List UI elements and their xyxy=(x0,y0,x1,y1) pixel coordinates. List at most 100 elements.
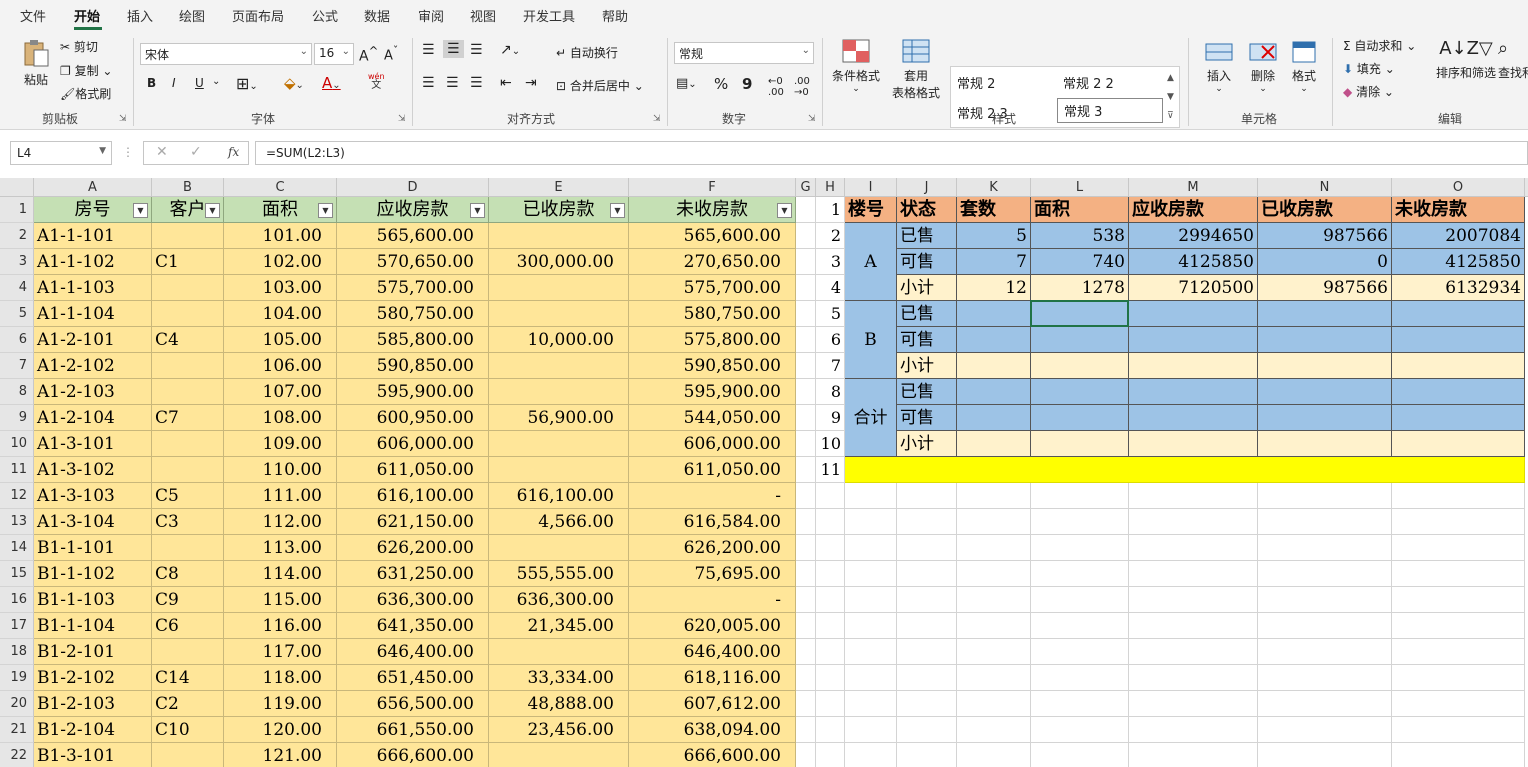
table-cell[interactable]: A1-1-104 xyxy=(34,301,152,327)
empty-cell[interactable] xyxy=(1392,717,1525,743)
insert-function-icon[interactable]: fx xyxy=(228,145,239,159)
table-cell[interactable]: C14 xyxy=(152,665,224,691)
table-cell[interactable]: 104.00 xyxy=(224,301,337,327)
table-cell[interactable]: 48,888.00 xyxy=(489,691,629,717)
row-number-cell[interactable]: 1 xyxy=(816,197,845,223)
underline-button[interactable]: U xyxy=(195,76,204,90)
row-header[interactable]: 18 xyxy=(0,639,34,665)
empty-cell[interactable] xyxy=(796,405,816,431)
empty-cell[interactable] xyxy=(1258,535,1392,561)
empty-cell[interactable] xyxy=(1392,691,1525,717)
style-normal-3[interactable]: 常规 3 xyxy=(1057,98,1163,123)
summary-value-cell[interactable]: 740 xyxy=(1031,249,1129,275)
table-cell[interactable]: 544,050.00 xyxy=(629,405,796,431)
empty-cell[interactable] xyxy=(845,717,897,743)
table-cell[interactable]: 580,750.00 xyxy=(629,301,796,327)
table-cell[interactable]: 595,900.00 xyxy=(629,379,796,405)
summary-value-cell[interactable] xyxy=(1258,353,1392,379)
table-cell[interactable]: 121.00 xyxy=(224,743,337,767)
fill-color-icon[interactable]: ⬙⌄ xyxy=(284,74,304,92)
summary-header-cell[interactable]: 套数 xyxy=(957,197,1031,223)
status-cell[interactable]: 小计 xyxy=(897,353,957,379)
table-cell[interactable]: 112.00 xyxy=(224,509,337,535)
autosum-button[interactable]: Σ 自动求和 ⌄ xyxy=(1343,37,1416,54)
row-header[interactable]: 9 xyxy=(0,405,34,431)
table-cell[interactable]: 611,050.00 xyxy=(629,457,796,483)
table-cell[interactable] xyxy=(152,301,224,327)
table-cell[interactable] xyxy=(489,743,629,767)
sort-filter-button[interactable]: A↓Z▽ 排序和筛选 xyxy=(1434,38,1498,81)
dialog-launcher-icon[interactable]: ⇲ xyxy=(119,114,127,124)
column-header[interactable]: H xyxy=(816,178,845,197)
empty-cell[interactable] xyxy=(1129,613,1258,639)
table-cell[interactable]: A1-1-103 xyxy=(34,275,152,301)
empty-cell[interactable] xyxy=(957,665,1031,691)
table-cell[interactable]: 115.00 xyxy=(224,587,337,613)
empty-cell[interactable] xyxy=(897,717,957,743)
summary-value-cell[interactable]: 1278 xyxy=(1031,275,1129,301)
table-cell[interactable]: 656,500.00 xyxy=(337,691,489,717)
table-cell[interactable] xyxy=(489,379,629,405)
empty-cell[interactable] xyxy=(1258,509,1392,535)
table-cell[interactable]: 565,600.00 xyxy=(629,223,796,249)
empty-cell[interactable] xyxy=(816,561,845,587)
row-header[interactable]: 21 xyxy=(0,717,34,743)
table-cell[interactable]: 575,800.00 xyxy=(629,327,796,353)
table-cell[interactable]: 616,584.00 xyxy=(629,509,796,535)
empty-cell[interactable] xyxy=(816,509,845,535)
summary-value-cell[interactable] xyxy=(1031,379,1129,405)
summary-value-cell[interactable] xyxy=(1031,431,1129,457)
table-cell[interactable]: 580,750.00 xyxy=(337,301,489,327)
summary-value-cell[interactable] xyxy=(1031,327,1129,353)
table-cell[interactable] xyxy=(152,457,224,483)
column-header[interactable]: M xyxy=(1129,178,1258,197)
table-cell[interactable]: 565,600.00 xyxy=(337,223,489,249)
summary-header-cell[interactable]: 状态 xyxy=(897,197,957,223)
table-cell[interactable]: 21,345.00 xyxy=(489,613,629,639)
column-header[interactable]: I xyxy=(845,178,897,197)
empty-cell[interactable] xyxy=(1031,587,1129,613)
table-cell[interactable]: C5 xyxy=(152,483,224,509)
summary-value-cell[interactable] xyxy=(1031,405,1129,431)
row-header[interactable]: 15 xyxy=(0,561,34,587)
table-cell[interactable]: 606,000.00 xyxy=(629,431,796,457)
empty-cell[interactable] xyxy=(816,639,845,665)
table-cell[interactable]: 106.00 xyxy=(224,353,337,379)
empty-cell[interactable] xyxy=(1031,561,1129,587)
confirm-icon[interactable]: ✓ xyxy=(190,144,202,160)
empty-cell[interactable] xyxy=(1392,561,1525,587)
table-cell[interactable] xyxy=(489,223,629,249)
empty-cell[interactable] xyxy=(897,743,957,767)
status-cell[interactable]: 小计 xyxy=(897,431,957,457)
row-header[interactable]: 7 xyxy=(0,353,34,379)
table-cell[interactable]: A1-3-101 xyxy=(34,431,152,457)
filter-dropdown-icon[interactable]: ▼ xyxy=(318,203,333,218)
empty-cell[interactable] xyxy=(1392,483,1525,509)
column-header[interactable]: O xyxy=(1392,178,1525,197)
table-cell[interactable] xyxy=(152,535,224,561)
conditional-format-button[interactable]: 条件格式 ⌄ xyxy=(830,38,882,94)
summary-value-cell[interactable]: 6132934 xyxy=(1392,275,1525,301)
empty-cell[interactable] xyxy=(816,717,845,743)
table-cell[interactable]: B1-3-101 xyxy=(34,743,152,767)
column-header[interactable]: E xyxy=(489,178,629,197)
style-normal-2-2[interactable]: 常规 2 2 xyxy=(1063,73,1114,92)
align-middle-icon[interactable]: ☰ xyxy=(443,40,464,58)
summary-value-cell[interactable] xyxy=(957,353,1031,379)
table-cell[interactable]: B1-2-101 xyxy=(34,639,152,665)
column-header[interactable]: N xyxy=(1258,178,1392,197)
menu-page-layout[interactable]: 页面布局 xyxy=(232,6,284,25)
table-cell[interactable] xyxy=(489,639,629,665)
empty-cell[interactable] xyxy=(796,509,816,535)
row-header[interactable]: 5 xyxy=(0,301,34,327)
empty-cell[interactable] xyxy=(1031,743,1129,767)
empty-cell[interactable] xyxy=(897,509,957,535)
summary-value-cell[interactable] xyxy=(1129,301,1258,327)
empty-cell[interactable] xyxy=(796,249,816,275)
filter-dropdown-icon[interactable]: ▼ xyxy=(470,203,485,218)
table-cell[interactable]: C6 xyxy=(152,613,224,639)
table-cell[interactable]: 119.00 xyxy=(224,691,337,717)
summary-value-cell[interactable]: 4125850 xyxy=(1129,249,1258,275)
table-cell[interactable] xyxy=(152,743,224,767)
table-cell[interactable]: 611,050.00 xyxy=(337,457,489,483)
